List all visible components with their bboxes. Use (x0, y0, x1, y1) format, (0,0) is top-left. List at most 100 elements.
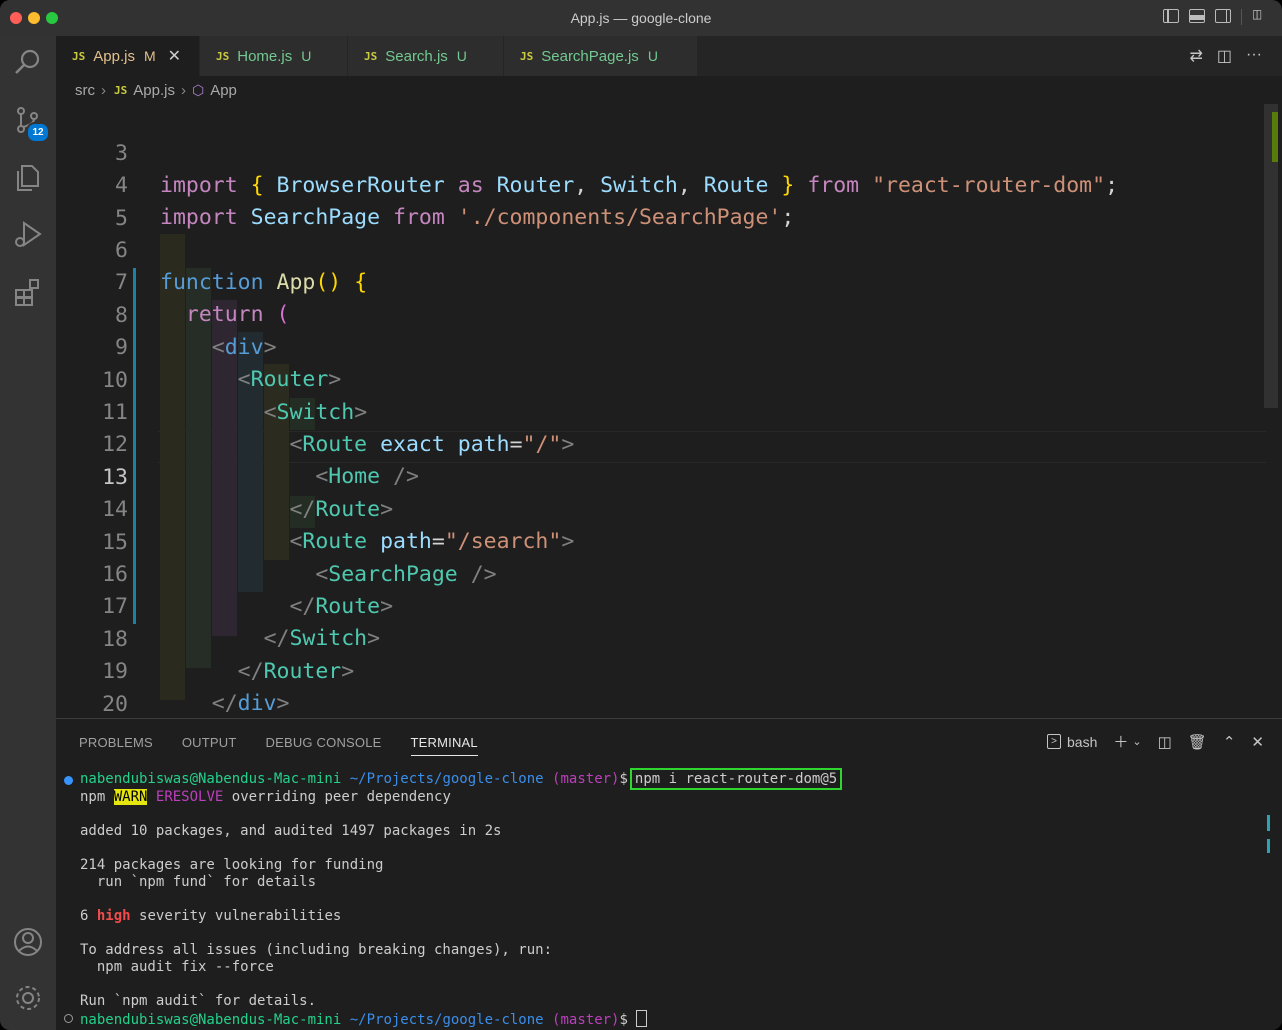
terminal-line: run `npm fund` for details (80, 874, 317, 890)
explorer-icon[interactable] (12, 162, 44, 194)
tab-label: SearchPage.js (541, 47, 639, 65)
tab-status: M (143, 48, 156, 64)
code-line: 9 <Router> (56, 300, 1266, 392)
code-line: 8 <div> (56, 268, 1266, 360)
split-editor-icon[interactable]: ◫ (1217, 46, 1232, 66)
breadcrumb-symbol[interactable]: App (210, 82, 237, 99)
close-panel-icon[interactable]: ✕ (1251, 733, 1264, 751)
code-line: 18 </Router> (56, 592, 1266, 684)
settings-gear-icon[interactable] (12, 982, 44, 1014)
breadcrumb: src › JS App.js › ⬡ App (56, 76, 1282, 104)
tab-searchpage-js[interactable]: JS SearchPage.js U (504, 36, 698, 76)
terminal-line: npm audit fix --force (80, 959, 274, 975)
symbol-method-icon: ⬡ (191, 81, 205, 98)
tab-search-js[interactable]: JS Search.js U (348, 36, 504, 76)
terminal-line: 6 high severity vulnerabilities (80, 908, 342, 924)
code-line: 10 <Switch> (56, 333, 1266, 425)
window-title: App.js — google-clone (570, 10, 712, 26)
code-line: 20 ); (56, 657, 1266, 717)
terminal-shell-selector[interactable]: > bash (1047, 734, 1097, 750)
run-debug-icon[interactable] (12, 218, 44, 250)
tab-status: U (456, 48, 467, 64)
bottom-panel: PROBLEMS OUTPUT DEBUG CONSOLE TERMINAL >… (56, 718, 1282, 1030)
split-terminal-icon[interactable]: ◫ (1158, 733, 1172, 751)
code-line: 15 <SearchPage /> (56, 495, 1266, 587)
js-file-icon: JS (520, 49, 534, 63)
code-line: 19 </div> (56, 624, 1266, 716)
code-line: 5 (56, 171, 1266, 231)
new-terminal-icon[interactable]: ＋ (1113, 731, 1128, 752)
account-icon[interactable] (12, 926, 44, 958)
panel-actions: > bash ＋ ⌄ ◫ 🗑 ⌃ ✕ (1047, 731, 1264, 752)
tab-status: U (301, 48, 312, 64)
terminal-line: nabendubiswas@Nabendus-Mac-mini ~/Projec… (80, 768, 843, 790)
tab-output[interactable]: OUTPUT (182, 735, 237, 756)
breadcrumb-file[interactable]: App.js (133, 82, 175, 99)
code-line: 7 return ( (56, 235, 1266, 327)
editor-tabs: JS App.js M ✕ JS Home.js U JS Search.js … (56, 36, 1282, 76)
tab-label: Home.js (237, 47, 293, 65)
js-file-icon: JS (364, 49, 378, 63)
js-file-icon: JS (216, 49, 230, 63)
code-line: 16 </Route> (56, 527, 1266, 619)
extensions-icon[interactable] (12, 276, 44, 308)
chevron-right-icon: › (180, 81, 186, 99)
scm-badge: 12 (26, 122, 50, 143)
highlighted-command: npm i react-router-dom@5 (629, 768, 843, 790)
editor-actions: ⇄ ◫ ··· (1189, 46, 1262, 66)
close-tab-icon[interactable]: ✕ (168, 46, 181, 66)
panel-tabs: PROBLEMS OUTPUT DEBUG CONSOLE TERMINAL (79, 735, 478, 756)
more-actions-icon[interactable]: ··· (1246, 46, 1262, 66)
vscode-window: App.js — google-clone 12 JS App.js M ✕ J… (0, 0, 1282, 1030)
toggle-primary-sidebar-icon[interactable] (1163, 9, 1179, 23)
shell-name: bash (1067, 733, 1098, 750)
maximize-panel-icon[interactable]: ⌃ (1223, 733, 1236, 751)
search-icon[interactable] (12, 46, 44, 78)
code-line: 21 } (56, 689, 1266, 718)
code-line: 3 import { BrowserRouter as Router, Swit… (56, 106, 1266, 198)
code-line-current: 13 </Route> (56, 430, 1266, 522)
divider (1241, 9, 1242, 25)
tab-terminal[interactable]: TERMINAL (410, 735, 478, 756)
command-success-icon (64, 776, 73, 785)
minimap-change-marker (1272, 112, 1278, 162)
toggle-secondary-sidebar-icon[interactable] (1215, 9, 1231, 23)
code-line: 4 import SearchPage from './components/S… (56, 138, 1266, 230)
code-line: 14 <Route path="/search"> (56, 462, 1266, 554)
chevron-down-icon[interactable]: ⌄ (1132, 735, 1141, 748)
code-line: 6 function App() { (56, 203, 1266, 295)
terminal-cursor (636, 1010, 648, 1027)
tab-label: App.js (93, 47, 135, 65)
trash-icon[interactable]: 🗑 (1188, 733, 1207, 751)
layout-controls (1163, 7, 1268, 25)
toggle-panel-icon[interactable] (1189, 9, 1205, 23)
tab-problems[interactable]: PROBLEMS (79, 735, 153, 756)
tab-debug-console[interactable]: DEBUG CONSOLE (266, 735, 382, 756)
code-line: 12 <Home /> (56, 397, 1266, 489)
terminal-line: Run `npm audit` for details. (80, 993, 317, 1009)
terminal-line: npm WARN ERESOLVE overriding peer depend… (80, 789, 451, 805)
activity-bar: 12 (0, 36, 56, 1030)
tab-label: Search.js (385, 47, 448, 65)
terminal-line: 214 packages are looking for funding (80, 857, 384, 873)
tab-home-js[interactable]: JS Home.js U (200, 36, 348, 76)
terminal-icon: > (1047, 734, 1062, 749)
code-line: 17 </Switch> (56, 559, 1266, 651)
tab-status: U (647, 48, 658, 64)
compare-changes-icon[interactable]: ⇄ (1189, 46, 1202, 66)
command-pending-icon (64, 1014, 73, 1023)
js-file-icon: JS (114, 83, 128, 97)
code-line: 11 <Route exact path="/"> (56, 365, 1266, 457)
terminal-scroll-marker (1267, 839, 1270, 853)
code-editor[interactable]: 3 import { BrowserRouter as Router, Swit… (56, 104, 1266, 718)
terminal-line: added 10 packages, and audited 1497 pack… (80, 823, 502, 839)
terminal-prompt-line: nabendubiswas@Nabendus-Mac-mini ~/Projec… (80, 1010, 648, 1028)
title-bar: App.js — google-clone (0, 0, 1282, 36)
breadcrumb-folder[interactable]: src (75, 82, 95, 99)
customize-layout-icon[interactable] (1252, 7, 1268, 23)
tab-app-js[interactable]: JS App.js M ✕ (56, 36, 200, 76)
terminal-line: To address all issues (including breakin… (80, 942, 553, 958)
chevron-right-icon: › (101, 81, 106, 99)
js-file-icon: JS (72, 49, 86, 63)
terminal-scroll-marker (1267, 815, 1270, 831)
